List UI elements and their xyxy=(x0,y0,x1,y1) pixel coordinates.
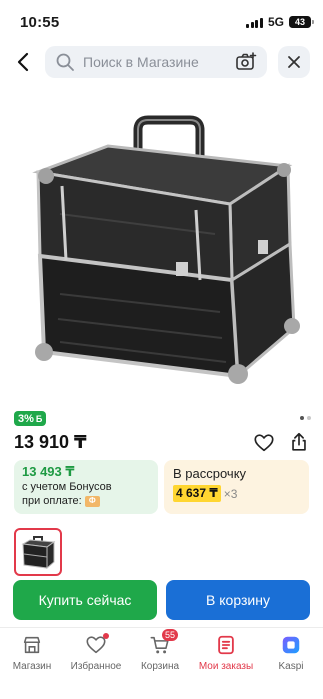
product-thumbnail[interactable] xyxy=(14,528,62,576)
orders-icon xyxy=(218,635,234,655)
bonus-badge: 3% Б xyxy=(14,411,47,426)
tab-label-cart: Корзина xyxy=(140,661,180,672)
tab-label-favorites: Избранное xyxy=(70,661,122,672)
share-icon xyxy=(292,432,306,451)
bonus-coin-icon: Ф xyxy=(84,495,100,507)
tab-label-shop: Магазин xyxy=(12,661,52,672)
favorite-button[interactable] xyxy=(253,432,275,454)
add-to-cart-button[interactable]: В корзину xyxy=(166,580,310,620)
signal-icon xyxy=(246,17,263,28)
tab-shop[interactable]: Магазин xyxy=(0,634,64,672)
close-button[interactable] xyxy=(278,46,310,78)
installment-multiplier: ×3 xyxy=(223,486,238,501)
bonus-text-line2-row: при оплате: Ф xyxy=(22,494,150,508)
cosmetic-case-image xyxy=(32,115,300,384)
cart-count-badge: 55 xyxy=(162,629,179,641)
tab-my-orders[interactable]: Мои заказы xyxy=(194,634,258,672)
product-price: 13 910 ₸ xyxy=(14,432,87,452)
product-image[interactable] xyxy=(0,94,323,390)
image-pager-dots xyxy=(300,416,311,420)
kaspi-app-icon xyxy=(282,636,300,654)
status-indicators: 5G 43 xyxy=(246,15,314,29)
bonus-price: 13 493 ₸ xyxy=(22,464,75,479)
network-label: 5G xyxy=(267,15,284,29)
heart-icon xyxy=(254,434,274,452)
bonus-text-line1: с учетом Бонусов xyxy=(22,481,112,493)
share-button[interactable] xyxy=(288,431,310,453)
camera-search-icon[interactable] xyxy=(235,51,257,73)
heart-icon-wrap xyxy=(85,633,109,656)
top-nav: Поиск в Магазине xyxy=(0,44,323,80)
close-icon xyxy=(288,56,300,68)
tab-label-kaspi: Kaspi xyxy=(278,661,304,672)
shop-icon xyxy=(23,636,41,654)
cart-icon-wrap: 55 xyxy=(149,629,179,656)
search-icon xyxy=(56,53,74,71)
tab-favorites[interactable]: Избранное xyxy=(64,633,128,672)
bonus-text-line2: при оплате: xyxy=(22,495,82,507)
chevron-left-icon xyxy=(17,52,29,72)
installment-title: В рассрочку xyxy=(173,466,247,481)
tab-cart[interactable]: 55 Корзина xyxy=(128,629,192,672)
bonus-badge-suffix: Б xyxy=(35,413,43,424)
installment-row: 4 637 ₸ ×3 xyxy=(173,485,300,502)
battery-icon: 43 xyxy=(289,16,314,28)
favorites-dot xyxy=(103,633,109,639)
bottom-tab-bar: Магазин Избранное 55 Корзина Мои заказы … xyxy=(0,627,323,699)
bonus-price-card[interactable]: 13 493 ₸ с учетом Бонусов при оплате: Ф xyxy=(14,460,158,514)
back-button[interactable] xyxy=(12,50,36,74)
tab-kaspi[interactable]: Kaspi xyxy=(259,634,323,672)
search-placeholder: Поиск в Магазине xyxy=(83,54,199,70)
search-input[interactable]: Поиск в Магазине xyxy=(45,46,267,78)
installment-amount: 4 637 ₸ xyxy=(173,485,221,502)
installment-card[interactable]: В рассрочку 4 637 ₸ ×3 xyxy=(164,460,309,514)
buy-now-button[interactable]: Купить сейчас xyxy=(13,580,157,620)
status-bar: 10:55 5G 43 xyxy=(0,0,323,44)
bonus-badge-value: 3% xyxy=(18,412,34,425)
tab-label-my-orders: Мои заказы xyxy=(198,661,254,672)
battery-level: 43 xyxy=(294,17,305,27)
cosmetic-case-thumbnail xyxy=(21,536,56,570)
status-time: 10:55 xyxy=(20,14,60,31)
